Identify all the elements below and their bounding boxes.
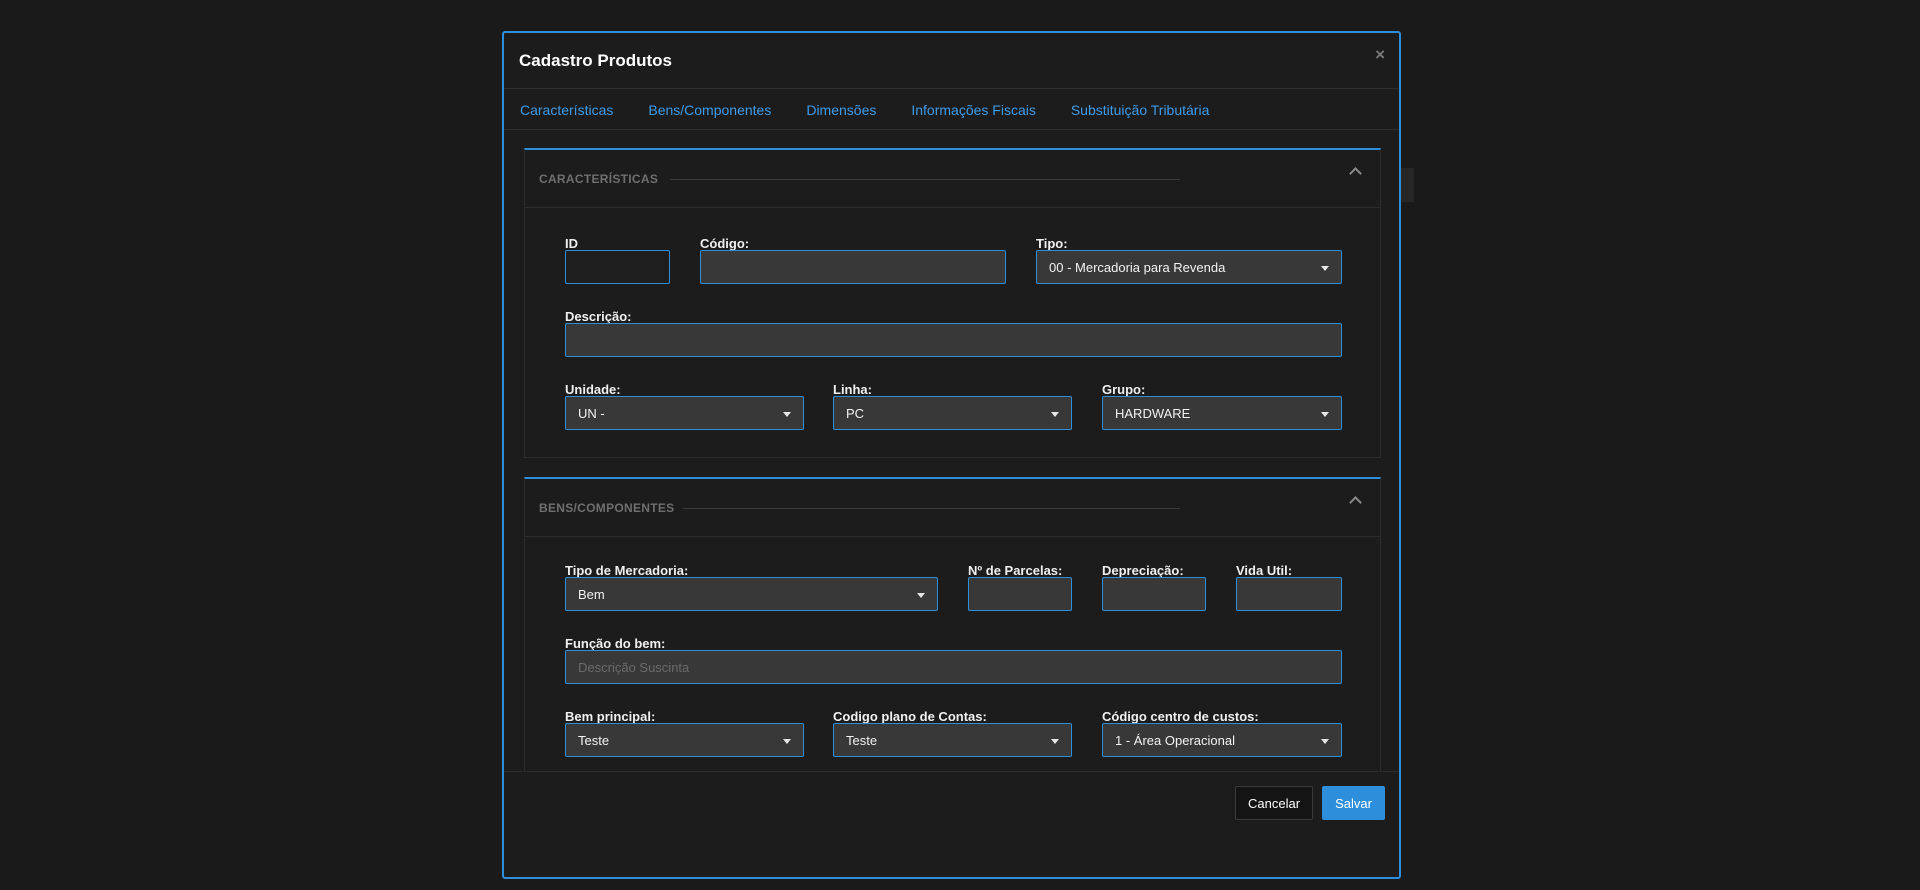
id-input[interactable] <box>565 250 670 284</box>
unidade-field-group: Unidade: UN - <box>565 382 804 432</box>
linha-select-value: PC <box>846 406 865 421</box>
bens-panel-header: BENS/COMPONENTES <box>525 479 1380 537</box>
caret-down-icon <box>783 739 791 744</box>
descricao-field-group: Descrição: <box>565 309 1342 359</box>
tipo-mercadoria-select[interactable]: Bem <box>565 577 938 611</box>
depreciacao-field-group: Depreciação: <box>1102 563 1206 613</box>
caret-down-icon <box>1051 412 1059 417</box>
tipo-label: Tipo: <box>1036 236 1068 251</box>
parcelas-label: Nº de Parcelas: <box>968 563 1063 578</box>
caret-down-icon <box>1321 266 1329 271</box>
centro-custos-label: Código centro de custos: <box>1102 709 1259 724</box>
product-registration-modal: Cadastro Produtos × Características Bens… <box>502 31 1401 879</box>
tab-bar: Características Bens/Componentes Dimensõ… <box>504 89 1399 130</box>
funcao-field-group: Função do bem: <box>565 636 1342 686</box>
background-element <box>1400 168 1414 202</box>
modal-body[interactable]: CARACTERÍSTICAS ID Código: Tipo: 00 - Me… <box>504 131 1399 771</box>
caracteristicas-panel: CARACTERÍSTICAS ID Código: Tipo: 00 - Me… <box>524 148 1381 458</box>
tipo-select[interactable]: 00 - Mercadoria para Revenda <box>1036 250 1342 284</box>
bem-principal-field-group: Bem principal: Teste <box>565 709 804 759</box>
tipo-field-group: Tipo: 00 - Mercadoria para Revenda <box>1036 236 1342 286</box>
vida-util-label: Vida Util: <box>1236 563 1293 578</box>
descricao-label: Descrição: <box>565 309 632 324</box>
bem-principal-select-value: Teste <box>578 733 610 748</box>
tab-informacoes-fiscais[interactable]: Informações Fiscais <box>911 102 1035 129</box>
tipo-mercadoria-select-value: Bem <box>578 587 605 602</box>
tipo-mercadoria-field-group: Tipo de Mercadoria: Bem <box>565 563 938 613</box>
funcao-input[interactable] <box>565 650 1342 684</box>
caracteristicas-panel-header: CARACTERÍSTICAS <box>525 150 1380 208</box>
modal-header: Cadastro Produtos × <box>504 33 1399 89</box>
tipo-mercadoria-label: Tipo de Mercadoria: <box>565 563 689 578</box>
tab-caracteristicas[interactable]: Características <box>520 102 613 129</box>
vida-util-field-group: Vida Util: <box>1236 563 1342 613</box>
save-button[interactable]: Salvar <box>1322 786 1385 820</box>
codigo-field-group: Código: <box>700 236 1006 286</box>
linha-field-group: Linha: PC <box>833 382 1072 432</box>
funcao-label: Função do bem: <box>565 636 666 651</box>
linha-select[interactable]: PC <box>833 396 1072 430</box>
plano-contas-label: Codigo plano de Contas: <box>833 709 987 724</box>
descricao-input[interactable] <box>565 323 1342 357</box>
close-icon[interactable]: × <box>1375 45 1385 65</box>
bem-principal-select[interactable]: Teste <box>565 723 804 757</box>
modal-footer: Cancelar Salvar <box>504 771 1399 877</box>
tab-bens-componentes[interactable]: Bens/Componentes <box>648 102 771 129</box>
bens-panel-title: BENS/COMPONENTES <box>539 501 675 515</box>
caracteristicas-panel-title: CARACTERÍSTICAS <box>539 172 659 186</box>
plano-contas-field-group: Codigo plano de Contas: Teste <box>833 709 1072 759</box>
caret-down-icon <box>917 593 925 598</box>
chevron-up-icon[interactable] <box>1348 493 1362 507</box>
vida-util-input[interactable] <box>1236 577 1342 611</box>
panel-divider <box>683 508 1180 509</box>
tipo-select-value: 00 - Mercadoria para Revenda <box>1049 260 1226 275</box>
tab-dimensoes[interactable]: Dimensões <box>806 102 876 129</box>
bens-componentes-panel: BENS/COMPONENTES Tipo de Mercadoria: Bem… <box>524 477 1381 771</box>
caret-down-icon <box>783 412 791 417</box>
grupo-select-value: HARDWARE <box>1115 406 1191 421</box>
depreciacao-input[interactable] <box>1102 577 1206 611</box>
centro-custos-field-group: Código centro de custos: 1 - Área Operac… <box>1102 709 1342 759</box>
caret-down-icon <box>1321 739 1329 744</box>
tab-substituicao-tributaria[interactable]: Substituição Tributária <box>1071 102 1210 129</box>
unidade-select[interactable]: UN - <box>565 396 804 430</box>
id-label: ID <box>565 236 578 251</box>
caret-down-icon <box>1051 739 1059 744</box>
unidade-label: Unidade: <box>565 382 621 397</box>
linha-label: Linha: <box>833 382 872 397</box>
bem-principal-label: Bem principal: <box>565 709 656 724</box>
centro-custos-select-value: 1 - Área Operacional <box>1115 733 1235 748</box>
parcelas-field-group: Nº de Parcelas: <box>968 563 1072 613</box>
panel-divider <box>670 179 1180 180</box>
depreciacao-label: Depreciação: <box>1102 563 1184 578</box>
cancel-button[interactable]: Cancelar <box>1235 786 1313 820</box>
unidade-select-value: UN - <box>578 406 605 421</box>
chevron-up-icon[interactable] <box>1348 164 1362 178</box>
grupo-select[interactable]: HARDWARE <box>1102 396 1342 430</box>
grupo-label: Grupo: <box>1102 382 1146 397</box>
plano-contas-select[interactable]: Teste <box>833 723 1072 757</box>
centro-custos-select[interactable]: 1 - Área Operacional <box>1102 723 1342 757</box>
codigo-input[interactable] <box>700 250 1006 284</box>
modal-title: Cadastro Produtos <box>519 51 673 70</box>
id-field-group: ID <box>565 236 670 286</box>
parcelas-input[interactable] <box>968 577 1072 611</box>
plano-contas-select-value: Teste <box>846 733 878 748</box>
grupo-field-group: Grupo: HARDWARE <box>1102 382 1342 432</box>
codigo-label: Código: <box>700 236 750 251</box>
caret-down-icon <box>1321 412 1329 417</box>
